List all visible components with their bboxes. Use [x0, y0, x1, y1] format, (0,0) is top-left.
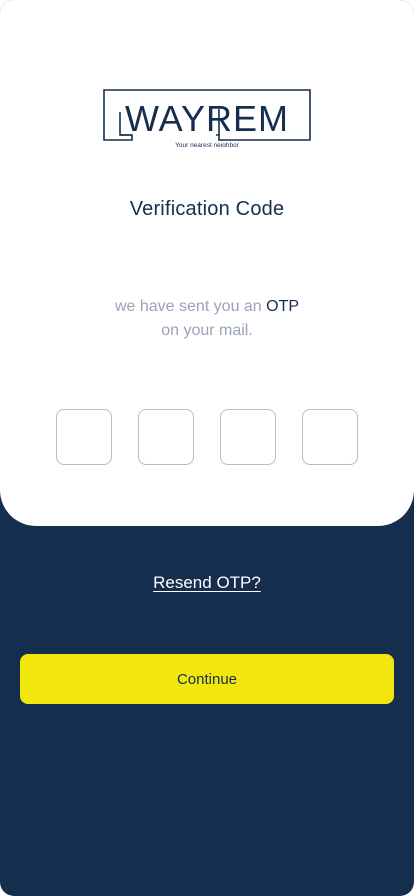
message-otp-highlight: OTP: [266, 298, 300, 315]
otp-digit-3[interactable]: [220, 409, 276, 465]
otp-sent-message: we have sent you an OTP on your mail.: [0, 295, 414, 343]
message-text: we have sent you an: [114, 298, 267, 315]
verification-screen: WAYREM Your nearest neighbor Verificatio…: [0, 0, 414, 896]
page-title: Verification Code: [129, 198, 285, 220]
resend-otp-link[interactable]: Resend OTP?: [0, 573, 414, 593]
otp-input-group: [56, 409, 358, 465]
otp-digit-1[interactable]: [56, 409, 112, 465]
message-text-line2: on your mail.: [161, 322, 253, 339]
logo-tagline: Your nearest neighbor: [175, 142, 240, 147]
otp-digit-2[interactable]: [138, 409, 194, 465]
wayrem-logo: WAYREM Your nearest neighbor: [103, 89, 311, 147]
logo-wordmark: WAYREM: [125, 98, 289, 139]
continue-button[interactable]: Continue: [20, 654, 394, 704]
otp-digit-4[interactable]: [302, 409, 358, 465]
wayrem-logo-graphic: WAYREM Your nearest neighbor: [103, 89, 311, 147]
verification-card: WAYREM Your nearest neighbor Verificatio…: [0, 0, 414, 526]
